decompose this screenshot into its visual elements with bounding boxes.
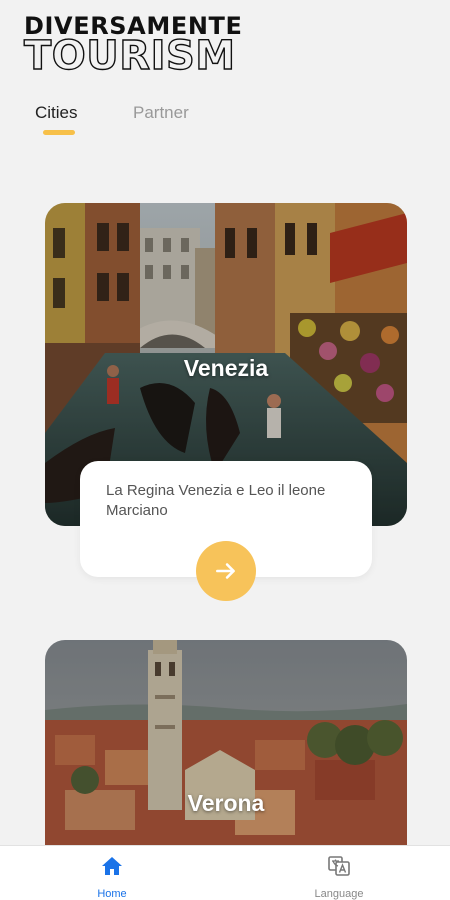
city-name: Verona — [187, 790, 265, 816]
verona-photo — [45, 640, 407, 870]
bottom-navigation: Home Language — [0, 845, 450, 900]
tab-cities[interactable]: Cities — [35, 103, 78, 123]
open-city-button[interactable] — [196, 541, 256, 601]
active-tab-indicator — [43, 130, 75, 135]
city-card-verona[interactable]: Verona — [45, 640, 407, 870]
home-icon — [102, 857, 122, 875]
translate-icon — [328, 856, 350, 876]
nav-language-label: Language — [314, 888, 364, 900]
logo-line2: TOURISM — [23, 33, 236, 79]
arrow-right-icon — [216, 563, 235, 579]
app-logo: DIVERSAMENTE TOURISM — [23, 14, 243, 79]
tab-partner[interactable]: Partner — [133, 103, 189, 123]
nav-language[interactable]: Language — [279, 846, 399, 900]
city-name: Venezia — [183, 355, 269, 381]
nav-home[interactable]: Home — [52, 846, 172, 900]
tab-bar: Cities Partner — [0, 103, 450, 143]
city-description: La Regina Venezia e Leo il leone Marcian… — [106, 482, 326, 519]
nav-home-label: Home — [97, 888, 127, 900]
